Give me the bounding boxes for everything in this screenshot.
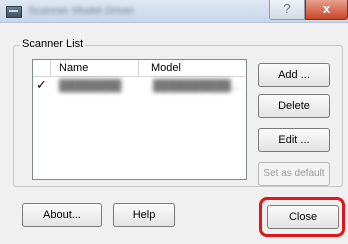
- set-as-default-button[interactable]: Set as default: [258, 162, 330, 186]
- scanner-name-cell: ████████: [59, 80, 122, 92]
- close-window-button[interactable]: x: [305, 0, 348, 20]
- delete-button[interactable]: Delete: [258, 94, 330, 118]
- scanner-list-label: Scanner List: [20, 38, 86, 50]
- about-button[interactable]: About...: [22, 203, 102, 227]
- list-header: Name Model: [33, 60, 246, 77]
- edit-button[interactable]: Edit ...: [258, 128, 330, 152]
- close-button-highlight: [259, 197, 345, 237]
- title-bar: Scanner Model Driver ? x: [0, 0, 348, 23]
- add-button[interactable]: Add ...: [258, 63, 330, 87]
- default-check-icon: ✓: [36, 77, 47, 92]
- scanner-listview[interactable]: Name Model ✓ ████████ ██████████...: [32, 59, 247, 180]
- help-button[interactable]: Help: [113, 203, 175, 227]
- scanner-app-icon: [6, 6, 22, 18]
- column-header-check[interactable]: [33, 60, 51, 76]
- column-header-model[interactable]: Model: [139, 60, 246, 76]
- list-item[interactable]: ✓ ████████ ██████████...: [33, 77, 246, 93]
- help-caption-button[interactable]: ?: [269, 0, 305, 20]
- column-header-name[interactable]: Name: [51, 60, 139, 76]
- window-title: Scanner Model Driver: [28, 5, 135, 17]
- scanner-model-cell: ██████████...: [153, 80, 241, 92]
